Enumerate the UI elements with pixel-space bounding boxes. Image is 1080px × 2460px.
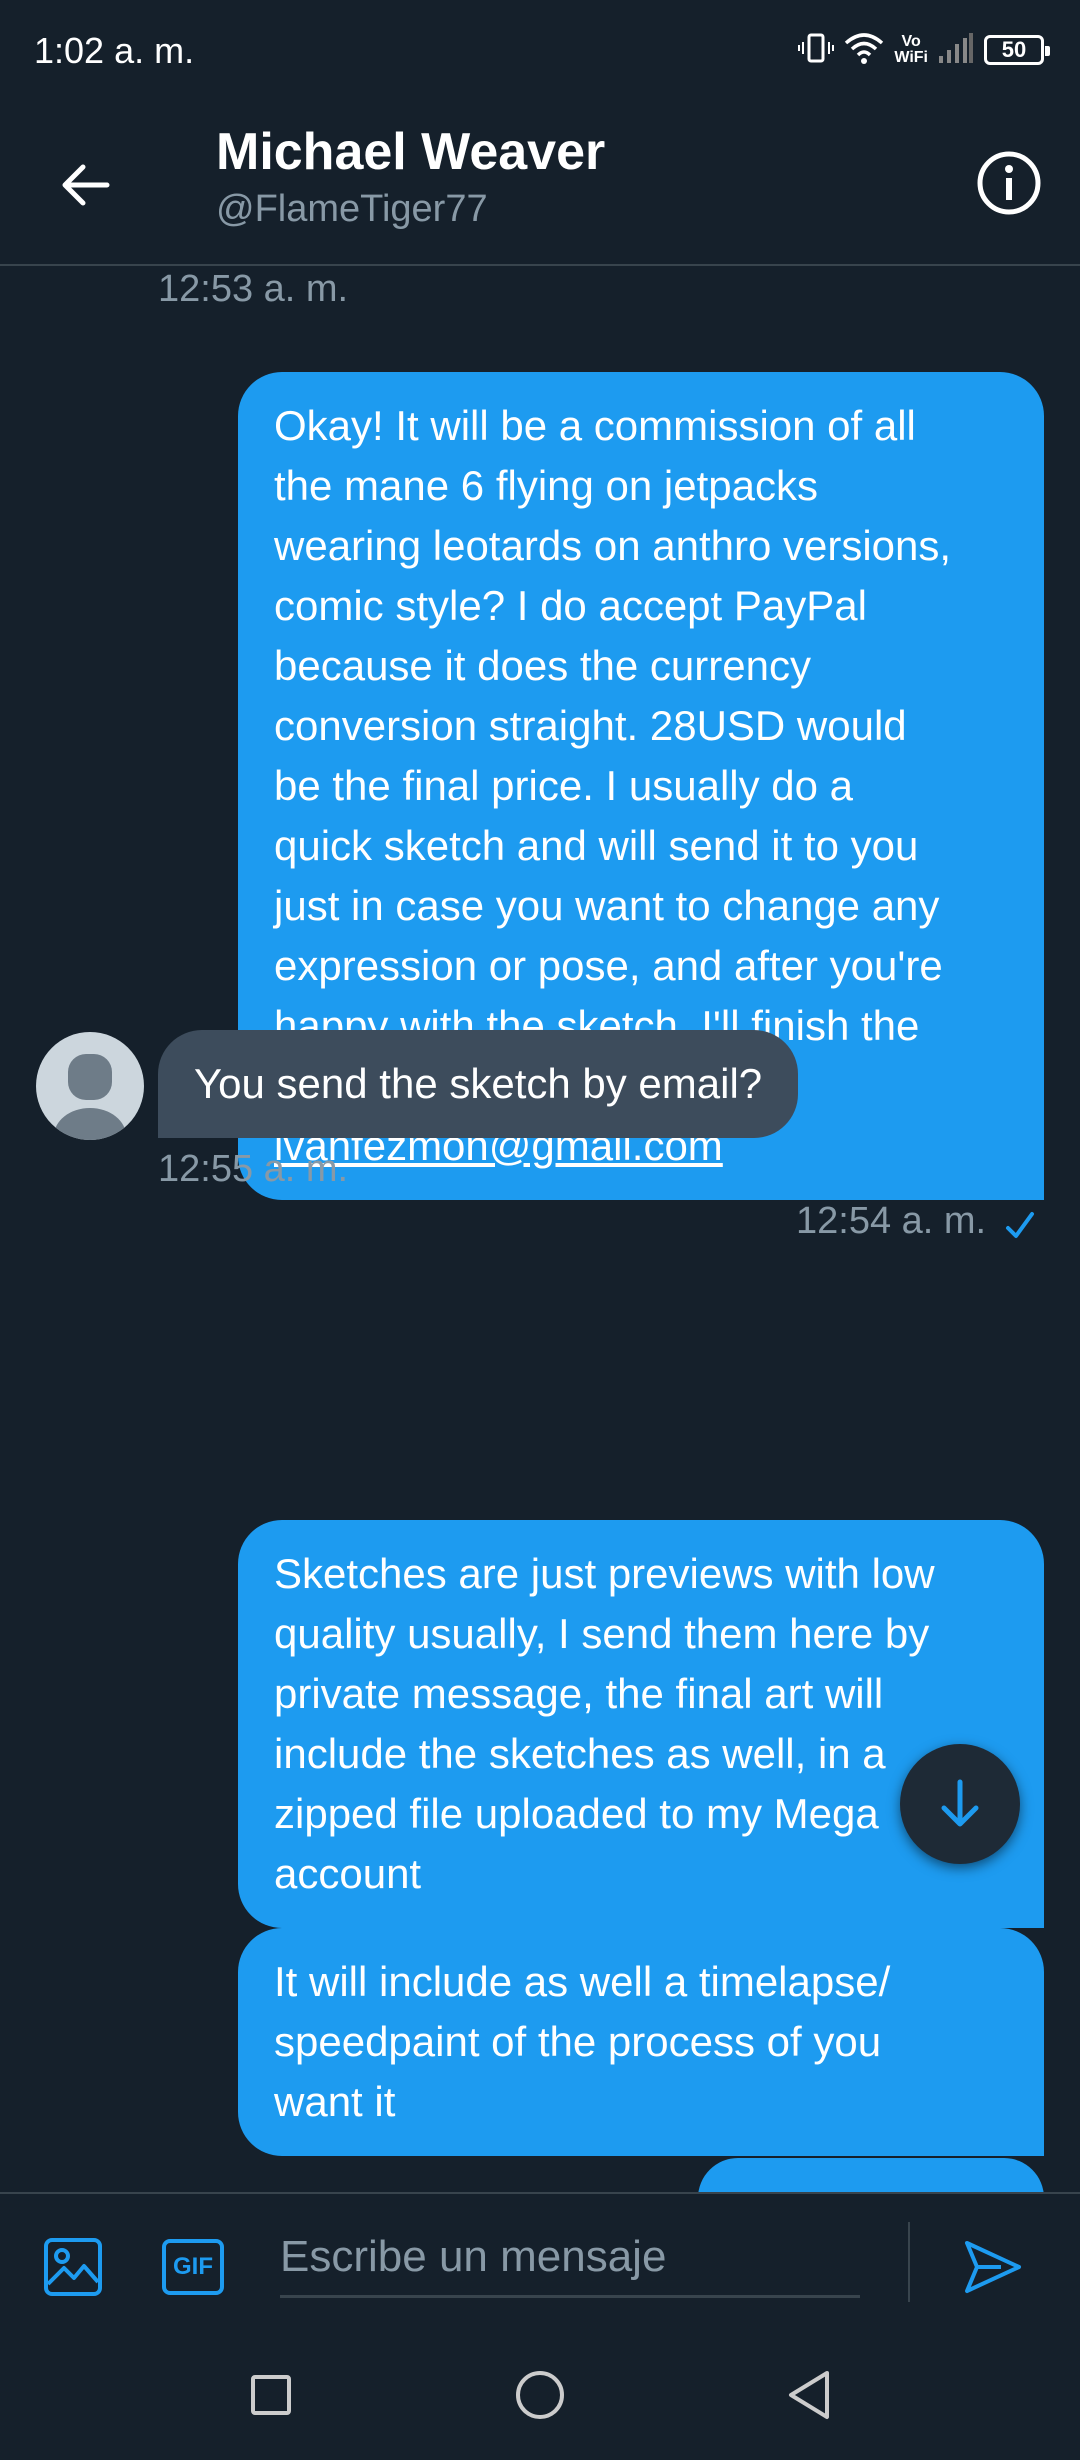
message-line: speedpaint of the process of you (274, 2018, 882, 2065)
gif-icon: GIF (162, 2239, 224, 2295)
status-icons: Vo WiFi 50 (798, 28, 1050, 72)
message-line: conversion straight. 28USD would (274, 702, 907, 749)
gif-label: GIF (173, 2253, 213, 2280)
message-line: because it does the currency (274, 642, 811, 689)
battery-indicator: 50 (984, 35, 1050, 65)
vibrate-icon (798, 30, 835, 71)
send-icon (965, 2241, 1021, 2293)
message-list[interactable]: 12:53 a. m. Okay! It will be a commissio… (0, 268, 1080, 2192)
wifi-icon (844, 31, 884, 70)
message-line: quick sketch and will send it to you (274, 822, 919, 869)
message-line: expression or pose, and after you're (274, 942, 943, 989)
triangle-back-icon (789, 2371, 829, 2419)
message-line: It will include as well a timelapse/ (274, 1958, 891, 2005)
message-line: zipped file uploaded to my Mega (274, 1790, 879, 1837)
message-line: include the sketches as well, in a (274, 1730, 886, 1777)
vowifi-indicator: Vo WiFi (894, 34, 928, 66)
image-icon (44, 2238, 102, 2296)
sent-message-partial[interactable] (698, 2158, 1044, 2192)
send-button[interactable] (960, 2234, 1026, 2300)
message-line: just in case you want to change any (274, 882, 940, 929)
message-line: quality usually, I send them here by (274, 1610, 930, 1657)
message-line: account (274, 1850, 422, 1897)
info-button[interactable] (974, 148, 1044, 218)
status-bar: 1:02 a. m. Vo WiFi 50 (0, 0, 1080, 100)
message-line: private message, the final art will (274, 1670, 884, 1717)
message-line: be the final price. I usually do a (274, 762, 854, 809)
message-line: want it (274, 2078, 396, 2125)
message-timestamp: 12:54 a. m. (796, 1200, 987, 1242)
message-line: comic style? I do accept PayPal (274, 582, 867, 629)
vowifi-bottom: WiFi (894, 49, 928, 66)
scroll-to-bottom-button[interactable] (900, 1744, 1020, 1864)
add-image-button[interactable] (40, 2234, 106, 2300)
back-nav-button[interactable] (774, 2360, 844, 2430)
message-composer: GIF (0, 2192, 1080, 2330)
read-check-icon (1006, 1212, 1034, 1238)
default-avatar-icon (54, 1054, 126, 1140)
circle-icon (516, 2371, 564, 2419)
composer-divider (908, 2222, 910, 2302)
contact-name[interactable]: Michael Weaver (216, 122, 605, 182)
message-line: the mane 6 flying on jetpacks (274, 462, 818, 509)
sent-message[interactable]: It will include as well a timelapse/ spe… (238, 1928, 1044, 2156)
signal-icon (938, 32, 974, 69)
conversation-header: Michael Weaver @FlameTiger77 (0, 100, 1080, 266)
message-input[interactable] (280, 2218, 860, 2298)
message-line: Sketches are just previews with low (274, 1550, 935, 1597)
back-button[interactable] (50, 150, 120, 220)
info-icon (977, 151, 1041, 215)
add-gif-button[interactable]: GIF (160, 2234, 226, 2300)
arrow-left-icon (62, 164, 110, 206)
message-line: wearing leotards on anthro versions, (274, 522, 952, 569)
vowifi-top: Vo (901, 33, 921, 50)
contact-handle[interactable]: @FlameTiger77 (216, 188, 488, 231)
message-timestamp: 12:55 a. m. (158, 1148, 349, 1190)
sent-message[interactable]: Sketches are just previews with low qual… (238, 1520, 1044, 1928)
message-line: Okay! It will be a commission of all (274, 402, 916, 449)
square-icon (251, 2375, 291, 2415)
status-time: 1:02 a. m. (34, 30, 195, 71)
home-button[interactable] (505, 2360, 575, 2430)
received-message[interactable]: You send the sketch by email? (158, 1030, 799, 1138)
avatar[interactable] (36, 1032, 144, 1140)
recents-button[interactable] (236, 2360, 306, 2430)
arrow-down-icon (941, 1779, 979, 1827)
system-navigation-bar (0, 2330, 1080, 2460)
message-text: You send the sketch by email? (194, 1060, 763, 1107)
message-timestamp: 12:53 a. m. (158, 268, 349, 310)
